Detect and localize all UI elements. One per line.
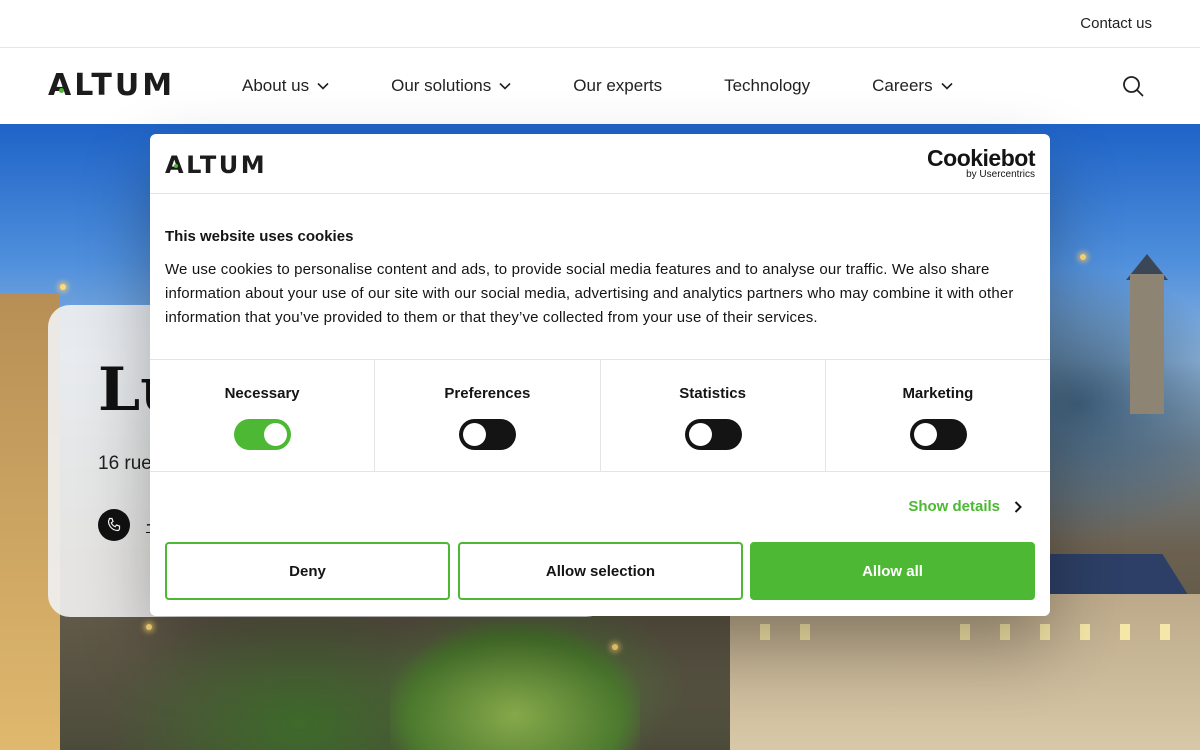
nav-item-our-solutions[interactable]: Our solutions bbox=[391, 76, 511, 96]
altum-logo[interactable]: ALTUM bbox=[48, 67, 176, 103]
chevron-down-icon bbox=[941, 82, 953, 90]
contact-us-link[interactable]: Contact us bbox=[1080, 15, 1152, 32]
category-label: Statistics bbox=[679, 385, 746, 402]
cookie-category-marketing: Marketing bbox=[826, 360, 1050, 471]
cookie-category-preferences: Preferences bbox=[375, 360, 601, 471]
allow-all-button[interactable]: Allow all bbox=[750, 542, 1035, 600]
hero-window bbox=[760, 624, 770, 640]
nav-menu: About us Our solutions Our experts Techn… bbox=[242, 76, 1015, 96]
hero-lamp bbox=[60, 284, 66, 290]
cookie-dialog-body: We use cookies to personalise content an… bbox=[165, 261, 1014, 326]
nav-item-label: Our experts bbox=[573, 76, 663, 95]
hero-lamp bbox=[1080, 254, 1086, 260]
chevron-down-icon bbox=[317, 82, 329, 90]
cookie-dialog-logo: ALTUM bbox=[165, 150, 267, 180]
category-label: Marketing bbox=[902, 385, 974, 402]
logo-wordmark: ALTUM bbox=[165, 151, 268, 179]
nav-item-label: Technology bbox=[724, 76, 811, 95]
nav-item-label: About us bbox=[242, 76, 310, 95]
hero-building bbox=[730, 594, 1200, 750]
toggle-knob bbox=[688, 423, 712, 446]
office-address: 16 rue bbox=[98, 453, 152, 474]
logo-green-dot bbox=[174, 164, 178, 168]
deny-button[interactable]: Deny bbox=[165, 542, 450, 600]
logo-wordmark: ALTUM bbox=[48, 67, 176, 103]
cookie-category-toggles: Necessary Preferences Statistics Marketi… bbox=[150, 359, 1050, 472]
necessary-toggle[interactable] bbox=[234, 419, 292, 450]
logo-green-dot bbox=[59, 88, 64, 93]
cookie-dialog-title: This website uses cookies bbox=[165, 228, 354, 245]
show-details-link[interactable]: Show details bbox=[908, 498, 1022, 515]
hero-tower bbox=[1130, 274, 1164, 414]
phone-glyph-icon bbox=[107, 517, 121, 532]
nav-item-about-us[interactable]: About us bbox=[242, 76, 329, 96]
category-label: Necessary bbox=[224, 385, 300, 402]
nav-item-label: Our solutions bbox=[391, 76, 492, 95]
hero-window bbox=[1000, 624, 1010, 640]
chevron-right-icon bbox=[1014, 500, 1022, 513]
show-details-label: Show details bbox=[908, 498, 1000, 515]
toggle-knob bbox=[264, 423, 288, 446]
hero-window bbox=[1160, 624, 1170, 640]
hero-window bbox=[960, 624, 970, 640]
phone-icon bbox=[98, 509, 130, 541]
cookiebot-wordmark: Cookiebot bbox=[927, 145, 1035, 171]
hero-window bbox=[1120, 624, 1130, 640]
preferences-toggle[interactable] bbox=[459, 419, 517, 450]
hero-window bbox=[1080, 624, 1090, 640]
hero-window bbox=[1040, 624, 1050, 640]
cookiebot-logo[interactable]: Cookiebot by Usercentrics bbox=[927, 146, 1035, 180]
allow-selection-button[interactable]: Allow selection bbox=[458, 542, 743, 600]
marketing-toggle[interactable] bbox=[909, 419, 967, 450]
cookie-category-statistics: Statistics bbox=[601, 360, 826, 471]
toggle-knob bbox=[913, 423, 937, 446]
cookie-dialog-header: ALTUM Cookiebot by Usercentrics bbox=[150, 134, 1050, 194]
utility-bar: Contact us bbox=[0, 0, 1200, 48]
hero-trees bbox=[390, 624, 640, 750]
hero-window bbox=[800, 624, 810, 640]
cookiebot-subtitle: by Usercentrics bbox=[966, 169, 1035, 180]
hero-lamp bbox=[146, 624, 152, 630]
chevron-down-icon bbox=[499, 82, 511, 90]
nav-item-careers[interactable]: Careers bbox=[872, 76, 953, 96]
cookie-category-necessary: Necessary bbox=[150, 360, 376, 471]
statistics-toggle[interactable] bbox=[684, 419, 742, 450]
nav-item-label: Careers bbox=[872, 76, 933, 95]
search-icon[interactable] bbox=[1122, 75, 1144, 97]
category-label: Preferences bbox=[444, 385, 531, 402]
nav-item-technology[interactable]: Technology bbox=[724, 76, 810, 96]
main-navigation: ALTUM About us Our solutions Our experts… bbox=[0, 48, 1200, 124]
cookie-consent-dialog: ALTUM Cookiebot by Usercentrics This web… bbox=[150, 134, 1050, 616]
hero-lamp bbox=[612, 644, 618, 650]
nav-item-our-experts[interactable]: Our experts bbox=[573, 76, 662, 96]
toggle-knob bbox=[463, 423, 487, 446]
